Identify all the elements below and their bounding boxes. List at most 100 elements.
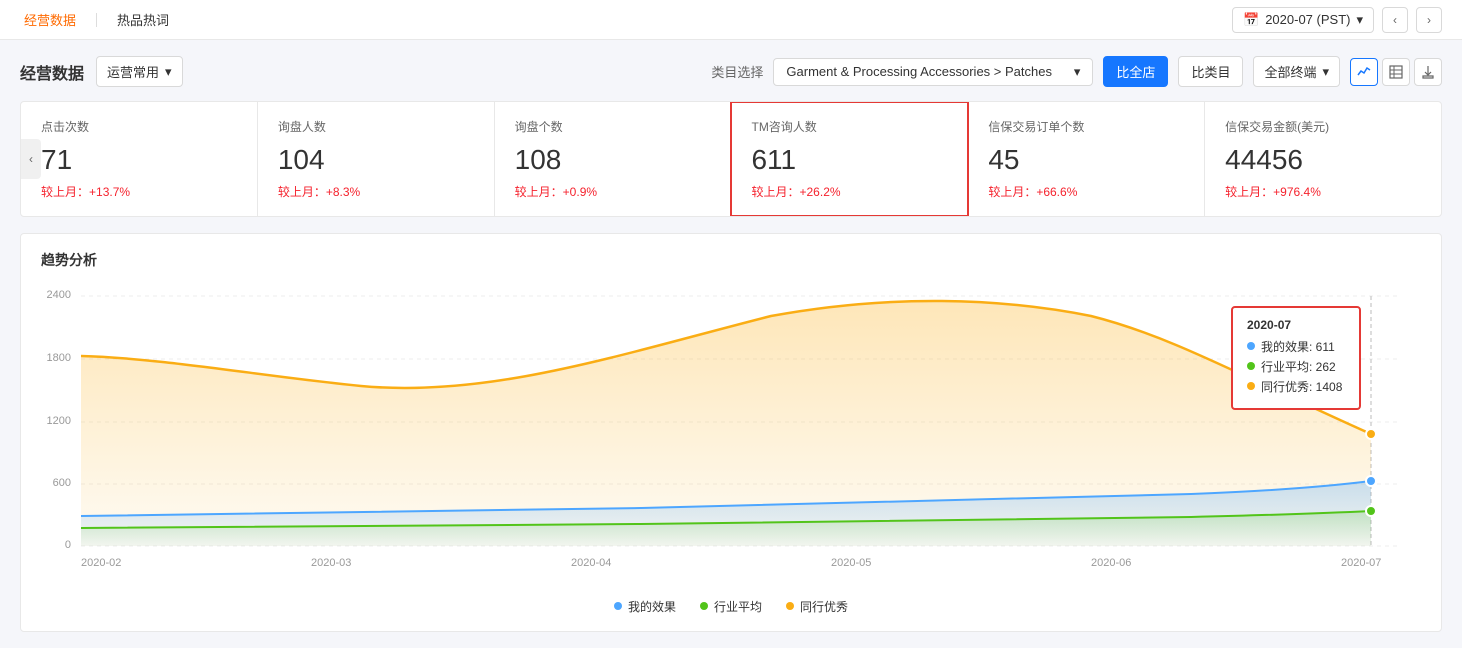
page-title: 经营数据 — [20, 60, 84, 84]
change-prefix: 较上月： — [1225, 185, 1273, 199]
metric-card-inquiry-count: 询盘个数 108 较上月：+0.9% — [495, 102, 732, 216]
metric-change-order-amount: 较上月：+976.4% — [1225, 183, 1421, 200]
metric-value-clicks: 71 — [41, 143, 237, 177]
compare-all-shop-btn[interactable]: 比全店 — [1103, 56, 1168, 87]
yellow-endpoint — [1366, 429, 1376, 439]
table-icon — [1389, 65, 1403, 79]
metric-change-inquiry-count: 较上月：+0.9% — [515, 183, 711, 200]
legend-dot-my — [614, 602, 622, 610]
chart-title: 趋势分析 — [41, 250, 1421, 270]
nav-divider — [96, 13, 97, 27]
legend-dot-industry — [700, 602, 708, 610]
line-chart-view-btn[interactable] — [1350, 58, 1378, 86]
category-value: Garment & Processing Accessories > Patch… — [786, 64, 1052, 79]
legend-item-my[interactable]: 我的效果 — [614, 598, 676, 615]
legend-dot-peer — [786, 602, 794, 610]
svg-text:2020-04: 2020-04 — [571, 557, 611, 569]
metrics-prev-arrow[interactable]: ‹ — [21, 139, 41, 179]
next-arrow[interactable]: › — [1416, 7, 1442, 33]
calendar-icon: 📅 — [1243, 12, 1259, 28]
svg-text:2020-05: 2020-05 — [831, 557, 871, 569]
chart-svg: 2400 1800 1200 600 0 2020-02 2020-03 202… — [41, 286, 1421, 586]
tooltip-row-green: 行业平均: 262 — [1247, 358, 1345, 375]
toolbar-center: 类目选择 Garment & Processing Accessories > … — [711, 56, 1442, 87]
metric-label-inquiry-count: 询盘个数 — [515, 118, 711, 135]
svg-text:600: 600 — [53, 477, 71, 489]
tooltip-row-yellow: 同行优秀: 1408 — [1247, 378, 1345, 395]
metric-value-order-count: 45 — [988, 143, 1184, 177]
tooltip-dot-yellow — [1247, 382, 1255, 390]
change-prefix: 较上月： — [988, 185, 1036, 199]
svg-text:2400: 2400 — [47, 289, 71, 301]
date-selector[interactable]: 📅 2020-07 (PST) ▾ — [1232, 7, 1374, 33]
chart-section: 趋势分析 2400 1800 1200 600 0 2020-02 2020-0… — [20, 233, 1442, 632]
metric-change-order-count: 较上月：+66.6% — [988, 183, 1184, 200]
operations-label: 运营常用 — [107, 62, 159, 81]
tooltip-dot-blue — [1247, 342, 1255, 350]
compare-category-btn[interactable]: 比类目 — [1178, 56, 1243, 87]
nav-left: 经营数据 热品热词 — [20, 10, 173, 29]
metric-value-inquiry-people: 104 — [278, 143, 474, 177]
nav-item-hot[interactable]: 热品热词 — [113, 10, 173, 29]
legend-label-peer: 同行优秀 — [800, 598, 848, 615]
svg-text:2020-03: 2020-03 — [311, 557, 351, 569]
svg-text:1200: 1200 — [47, 415, 71, 427]
change-val: +976.4% — [1273, 185, 1321, 199]
legend-label-my: 我的效果 — [628, 598, 676, 615]
legend-item-industry[interactable]: 行业平均 — [700, 598, 762, 615]
tooltip-dot-green — [1247, 362, 1255, 370]
date-value: 2020-07 (PST) — [1265, 12, 1350, 27]
metric-card-tm: TM咨询人数 611 较上月：+26.2% — [731, 102, 968, 216]
metric-change-clicks: 较上月：+13.7% — [41, 183, 237, 200]
metric-label-inquiry-people: 询盘人数 — [278, 118, 474, 135]
prev-arrow[interactable]: ‹ — [1382, 7, 1408, 33]
change-val: +66.6% — [1036, 185, 1077, 199]
metric-value-order-amount: 44456 — [1225, 143, 1421, 177]
metric-label-tm: TM咨询人数 — [751, 118, 947, 135]
metric-change-tm: 较上月：+26.2% — [751, 183, 947, 200]
svg-text:1800: 1800 — [47, 352, 71, 364]
metric-card-clicks: 点击次数 71 较上月：+13.7% — [21, 102, 258, 216]
blue-endpoint — [1366, 476, 1376, 486]
tooltip-row-blue: 我的效果: 611 — [1247, 338, 1345, 355]
category-selector[interactable]: Garment & Processing Accessories > Patch… — [773, 58, 1093, 86]
change-prefix: 较上月： — [41, 185, 89, 199]
tooltip-label-green: 行业平均: 262 — [1261, 358, 1336, 375]
download-btn[interactable] — [1414, 58, 1442, 86]
svg-text:2020-07: 2020-07 — [1341, 557, 1381, 569]
terminal-selector[interactable]: 全部终端 ▾ — [1253, 56, 1340, 87]
chart-container: 2400 1800 1200 600 0 2020-02 2020-03 202… — [41, 286, 1421, 586]
chevron-down-icon: ▾ — [1322, 64, 1329, 80]
change-prefix: 较上月： — [278, 185, 326, 199]
chevron-down-icon: ▾ — [1356, 12, 1363, 28]
operations-dropdown[interactable]: 运营常用 ▾ — [96, 56, 183, 87]
metrics-row: ‹ 点击次数 71 较上月：+13.7% 询盘人数 104 较上月：+8.3% … — [20, 101, 1442, 217]
metric-label-clicks: 点击次数 — [41, 118, 237, 135]
tooltip-date: 2020-07 — [1247, 318, 1345, 332]
green-endpoint — [1366, 506, 1376, 516]
svg-text:2020-02: 2020-02 — [81, 557, 121, 569]
metric-value-tm: 611 — [751, 143, 947, 177]
view-icons — [1350, 58, 1442, 86]
svg-text:2020-06: 2020-06 — [1091, 557, 1131, 569]
legend-item-peer[interactable]: 同行优秀 — [786, 598, 848, 615]
change-val: +26.2% — [800, 185, 841, 199]
tooltip-label-yellow: 同行优秀: 1408 — [1261, 378, 1342, 395]
nav-right: 📅 2020-07 (PST) ▾ ‹ › — [1232, 7, 1442, 33]
line-chart-icon — [1357, 65, 1371, 79]
table-view-btn[interactable] — [1382, 58, 1410, 86]
chart-legend: 我的效果 行业平均 同行优秀 — [41, 598, 1421, 615]
metric-label-order-amount: 信保交易金额(美元) — [1225, 118, 1421, 135]
change-prefix: 较上月： — [515, 185, 563, 199]
chart-tooltip: 2020-07 我的效果: 611 行业平均: 262 同行优秀: 1408 — [1231, 306, 1361, 410]
terminal-label: 全部终端 — [1264, 62, 1316, 81]
metric-label-order-count: 信保交易订单个数 — [988, 118, 1184, 135]
toolbar: 经营数据 运营常用 ▾ 类目选择 Garment & Processing Ac… — [20, 56, 1442, 87]
tooltip-label-blue: 我的效果: 611 — [1261, 338, 1335, 355]
category-label: 类目选择 — [711, 62, 763, 81]
svg-text:0: 0 — [65, 539, 71, 551]
download-icon — [1421, 65, 1435, 79]
change-val: +8.3% — [326, 185, 360, 199]
main-content: 经营数据 运营常用 ▾ 类目选择 Garment & Processing Ac… — [0, 40, 1462, 648]
nav-item-data[interactable]: 经营数据 — [20, 10, 80, 29]
